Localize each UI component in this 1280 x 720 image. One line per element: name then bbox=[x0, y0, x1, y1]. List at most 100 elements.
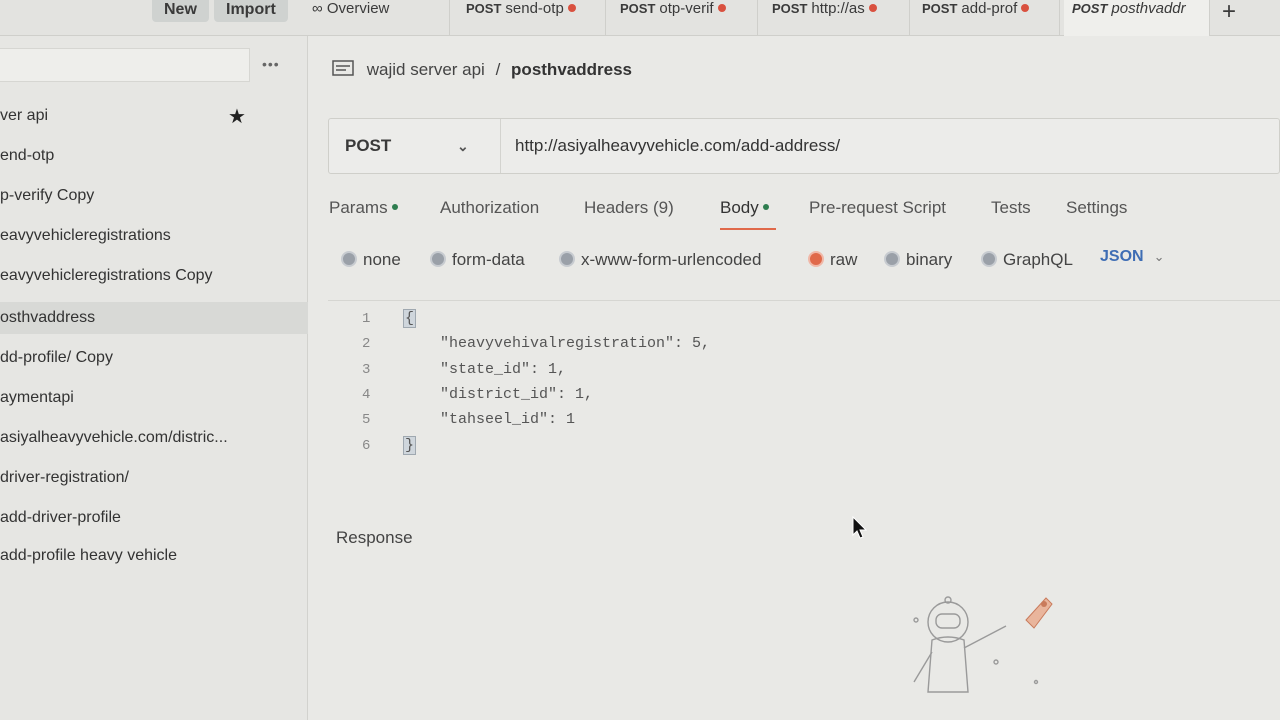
more-options-icon[interactable]: ••• bbox=[262, 56, 280, 72]
code-line: "heavyvehivalregistration": 5, bbox=[404, 335, 711, 352]
tab-otp-verify[interactable]: POST otp-verif bbox=[612, 0, 758, 36]
tab-method: POST bbox=[1072, 1, 1108, 16]
chevron-down-icon: ⌄ bbox=[1153, 249, 1165, 264]
line-number: 3 bbox=[362, 362, 371, 378]
body-type-urlencoded[interactable]: x-www-form-urlencoded bbox=[559, 250, 761, 270]
response-label: Response bbox=[336, 528, 413, 547]
radio-label: binary bbox=[906, 250, 953, 269]
unsaved-dot-icon bbox=[567, 4, 576, 12]
radio-icon bbox=[884, 251, 900, 267]
line-number: 1 bbox=[362, 311, 371, 327]
line-number: 4 bbox=[362, 387, 371, 403]
tab-method: POST bbox=[922, 1, 958, 16]
unsaved-dot-icon bbox=[717, 4, 726, 12]
breadcrumb: wajid server api / posthvaddress bbox=[332, 58, 632, 80]
sidebar: ••• ★ ver api end-otp p-verify Copy eavy… bbox=[0, 36, 308, 720]
close-brace: } bbox=[402, 436, 417, 455]
tab-send-otp[interactable]: POST send-otp bbox=[458, 0, 606, 36]
tab-add-profile[interactable]: POST add-prof bbox=[914, 0, 1060, 36]
astronaut-illustration-icon bbox=[913, 596, 1053, 693]
top-bar: New Import ∞ Overview POST send-otp POST o… bbox=[0, 0, 1280, 36]
status-dot-icon bbox=[762, 204, 769, 210]
unsaved-dot-icon bbox=[1021, 4, 1030, 12]
tab-body-label: Body bbox=[720, 198, 759, 217]
code-line: { bbox=[402, 309, 417, 328]
sidebar-item-send-otp[interactable]: end-otp bbox=[0, 140, 308, 172]
sidebar-item-otp-verify-copy[interactable]: p-verify Copy bbox=[0, 180, 308, 212]
radio-label: x-www-form-urlencoded bbox=[581, 250, 762, 269]
line-number: 5 bbox=[362, 412, 371, 428]
radio-label: none bbox=[363, 250, 401, 269]
format-label: JSON bbox=[1100, 248, 1144, 265]
radio-icon bbox=[430, 251, 446, 267]
radio-label: form-data bbox=[452, 250, 525, 269]
tab-overview[interactable]: ∞ Overview bbox=[304, 0, 450, 36]
url-input[interactable] bbox=[515, 133, 1255, 159]
open-brace: { bbox=[402, 309, 417, 328]
breadcrumb-collection[interactable]: wajid server api bbox=[367, 60, 485, 79]
tab-title: Overview bbox=[326, 0, 390, 17]
tab-http-as[interactable]: POST http://as bbox=[764, 0, 910, 36]
breadcrumb-separator: / bbox=[495, 60, 501, 79]
sidebar-item-heavyvehicleregistrations[interactable]: eavyvehicleregistrations bbox=[0, 220, 308, 252]
active-tab-indicator bbox=[720, 228, 776, 230]
tab-authorization[interactable]: Authorization bbox=[440, 198, 539, 230]
sidebar-item-paymentapi[interactable]: aymentapi bbox=[0, 382, 308, 414]
tab-title: send-otp bbox=[505, 0, 564, 17]
body-type-none[interactable]: none bbox=[341, 250, 401, 270]
tab-method: POST bbox=[620, 1, 656, 16]
radio-selected-icon bbox=[808, 251, 824, 267]
http-request-icon bbox=[332, 60, 354, 76]
sidebar-item-add-driver-profile[interactable]: add-driver-profile bbox=[0, 502, 308, 534]
tab-title: http://as bbox=[811, 0, 865, 17]
overview-icon: ∞ bbox=[312, 0, 323, 17]
sidebar-item-driver-registration[interactable]: driver-registration/ bbox=[0, 462, 308, 494]
format-select[interactable]: JSON ⌄ bbox=[1100, 248, 1164, 266]
breadcrumb-request[interactable]: posthvaddress bbox=[511, 60, 632, 79]
sidebar-item-add-profile-heavy-vehicle[interactable]: add-profile heavy vehicle bbox=[0, 540, 308, 572]
sidebar-item-collection[interactable]: ver api bbox=[0, 100, 308, 132]
sidebar-item-heavyvehicleregistrations-copy[interactable]: eavyvehicleregistrations Copy bbox=[0, 260, 308, 292]
line-number: 2 bbox=[362, 336, 371, 352]
tab-settings[interactable]: Settings bbox=[1066, 198, 1127, 230]
tab-title: otp-verif bbox=[659, 0, 714, 17]
radio-icon bbox=[341, 251, 357, 267]
body-type-graphql[interactable]: GraphQL bbox=[981, 250, 1073, 270]
tab-headers[interactable]: Headers (9) bbox=[584, 198, 674, 230]
status-dot-icon bbox=[391, 204, 398, 210]
tab-posthvaddress[interactable]: POST posthvaddr bbox=[1064, 0, 1210, 36]
tab-title: posthvaddr bbox=[1111, 0, 1186, 17]
code-line: "state_id": 1, bbox=[404, 361, 567, 378]
tab-params-label: Params bbox=[329, 198, 388, 217]
body-type-raw[interactable]: raw bbox=[808, 250, 857, 270]
request-url-bar: POST ⌄ bbox=[328, 118, 1280, 174]
mouse-cursor-icon bbox=[852, 516, 868, 539]
line-number: 6 bbox=[362, 438, 371, 454]
tab-method: POST bbox=[466, 1, 502, 16]
tab-body[interactable]: Body bbox=[720, 198, 769, 230]
tab-method: POST bbox=[772, 1, 808, 16]
sidebar-search-input[interactable] bbox=[0, 48, 250, 82]
sidebar-item-district[interactable]: asiyalheavyvehicle.com/distric... bbox=[0, 422, 308, 454]
chevron-down-icon: ⌄ bbox=[457, 138, 469, 154]
radio-icon bbox=[981, 251, 997, 267]
tab-params[interactable]: Params bbox=[329, 198, 398, 230]
body-type-binary[interactable]: binary bbox=[884, 250, 952, 270]
code-line: "district_id": 1, bbox=[404, 386, 594, 403]
new-tab-button[interactable]: + bbox=[1222, 0, 1236, 26]
method-select[interactable]: POST ⌄ bbox=[329, 119, 501, 173]
tab-tests[interactable]: Tests bbox=[991, 198, 1031, 230]
new-button[interactable]: New bbox=[152, 0, 209, 22]
method-label: POST bbox=[345, 136, 392, 155]
tab-title: add-prof bbox=[961, 0, 1018, 17]
tab-pre-request-script[interactable]: Pre-request Script bbox=[809, 198, 946, 230]
radio-label: GraphQL bbox=[1003, 250, 1073, 269]
sidebar-item-posthvaddress[interactable]: osthvaddress bbox=[0, 302, 308, 334]
sidebar-item-add-profile-copy[interactable]: dd-profile/ Copy bbox=[0, 342, 308, 374]
body-type-form-data[interactable]: form-data bbox=[430, 250, 525, 270]
body-editor[interactable]: 1 2 3 4 5 6 { "heavyvehivalregistration"… bbox=[328, 300, 1280, 480]
radio-icon bbox=[559, 251, 575, 267]
import-button[interactable]: Import bbox=[214, 0, 288, 22]
unsaved-dot-icon bbox=[868, 4, 877, 12]
code-line: } bbox=[402, 436, 417, 455]
